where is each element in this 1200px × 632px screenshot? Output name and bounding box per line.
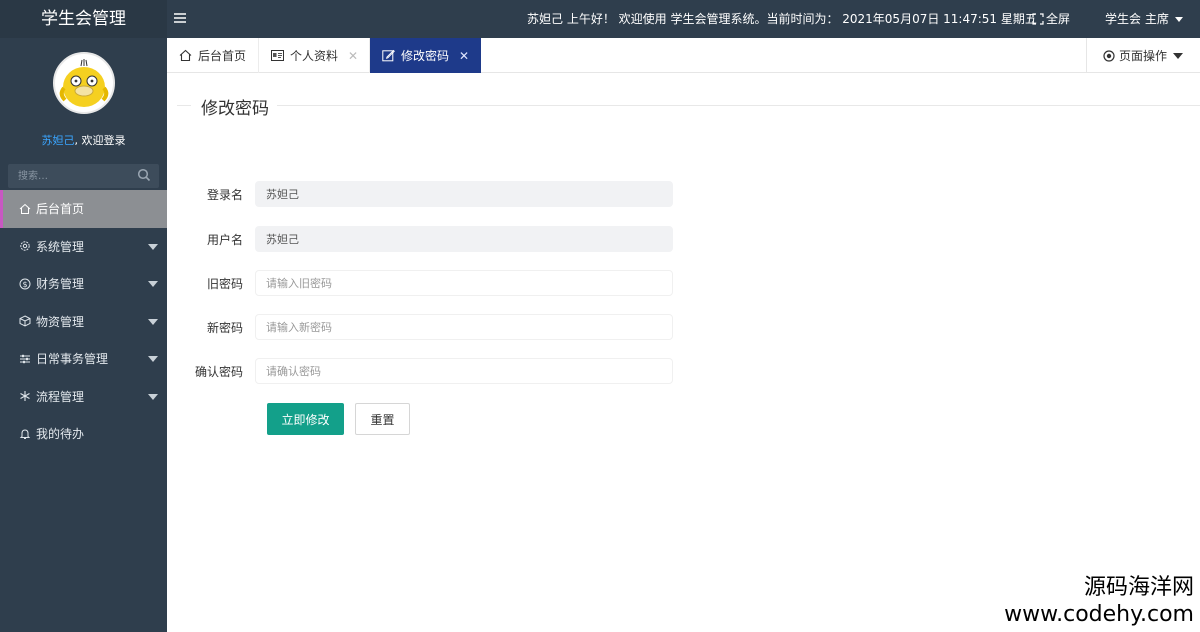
sidebar-item-label: 我的待办 bbox=[36, 427, 85, 442]
user-menu[interactable]: 学生会 主席 bbox=[1105, 0, 1183, 38]
new-password-field[interactable] bbox=[255, 314, 673, 340]
sidebar-item-workflow[interactable]: 流程管理 bbox=[0, 378, 167, 416]
welcome-text: 苏妲己, 欢迎登录 bbox=[0, 132, 167, 148]
top-header: 苏妲己 上午好！ 欢迎使用 学生会管理系统。当前时间为： 2021年05月07日… bbox=[167, 0, 1200, 38]
form-row-username: 用户名 bbox=[167, 226, 673, 252]
flow-icon bbox=[18, 389, 32, 403]
sidebar-item-label: 日常事务管理 bbox=[36, 352, 109, 367]
home-icon bbox=[18, 202, 32, 216]
form-row-new-password: 新密码 bbox=[167, 314, 673, 340]
avatar[interactable] bbox=[52, 52, 115, 114]
tab-label: 个人资料 bbox=[290, 49, 339, 63]
main-content: 修改密码 登录名 用户名 旧密码 新密码 确认密码 立即修改 重置 bbox=[167, 73, 1200, 632]
sidebar-item-materials[interactable]: 物资管理 bbox=[0, 303, 167, 341]
sidebar-item-system[interactable]: 系统管理 bbox=[0, 228, 167, 266]
confirm-password-field[interactable] bbox=[255, 358, 673, 384]
form-row-confirm-password: 确认密码 bbox=[167, 358, 673, 384]
sidebar-item-daily-affairs[interactable]: 日常事务管理 bbox=[0, 340, 167, 378]
fullscreen-icon bbox=[1032, 13, 1044, 25]
watermark: 源码海洋网 www.codehy.com bbox=[1004, 574, 1194, 628]
tab-label: 后台首页 bbox=[198, 49, 247, 63]
username-field[interactable] bbox=[255, 226, 673, 252]
sidebar-item-home[interactable]: 后台首页 bbox=[0, 190, 167, 228]
sidebar-item-finance[interactable]: $ 财务管理 bbox=[0, 265, 167, 303]
field-label: 登录名 bbox=[206, 187, 243, 202]
gear-icon bbox=[18, 239, 32, 253]
user-name-link[interactable]: 苏妲己 bbox=[42, 134, 75, 147]
box-icon bbox=[18, 314, 32, 328]
sidebar-item-todo[interactable]: 我的待办 bbox=[0, 415, 167, 453]
page-operations-button[interactable]: 页面操作 bbox=[1086, 38, 1200, 73]
sidebar-menu: 后台首页 系统管理 $ 财务管理 物资管理 日常事务管理 流程管理 我的待办 bbox=[0, 190, 167, 453]
chevron-down-icon bbox=[148, 318, 158, 325]
home-icon bbox=[179, 49, 192, 62]
sidebar-item-label: 后台首页 bbox=[36, 202, 85, 217]
target-icon bbox=[1103, 49, 1115, 62]
tab-label: 修改密码 bbox=[401, 49, 450, 63]
chevron-down-icon bbox=[148, 356, 158, 362]
search-icon[interactable] bbox=[137, 168, 151, 185]
fieldset-divider bbox=[177, 105, 191, 106]
chevron-down-icon bbox=[148, 243, 158, 250]
submit-button[interactable]: 立即修改 bbox=[267, 403, 344, 435]
app-title: 学生会管理 bbox=[0, 0, 167, 38]
duck-avatar-icon bbox=[56, 56, 111, 110]
fullscreen-label: 全屏 bbox=[1046, 12, 1071, 26]
welcome-suffix: , 欢迎登录 bbox=[74, 134, 126, 147]
tab-profile[interactable]: 个人资料 ✕ bbox=[259, 38, 370, 73]
old-password-field[interactable] bbox=[255, 270, 673, 296]
page-title: 修改密码 bbox=[201, 94, 277, 119]
field-label: 旧密码 bbox=[206, 276, 243, 291]
dollar-icon: $ bbox=[18, 277, 32, 291]
field-label: 新密码 bbox=[206, 320, 243, 335]
field-label: 用户名 bbox=[206, 232, 243, 247]
sidebar: 学生会管理 苏妲己, 欢迎登录 搜索… 后台首页 系统管理 $ 财务管理 物资管… bbox=[0, 0, 167, 632]
fullscreen-button[interactable]: 全屏 bbox=[1032, 0, 1070, 38]
login-name-field[interactable] bbox=[255, 181, 673, 207]
sidebar-item-label: 流程管理 bbox=[36, 389, 85, 404]
sidebar-item-label: 财务管理 bbox=[36, 277, 85, 292]
form-row-old-password: 旧密码 bbox=[167, 270, 673, 296]
fieldset-divider bbox=[277, 105, 1200, 106]
user-profile: 苏妲己, 欢迎登录 bbox=[0, 38, 167, 148]
form-row-login-name: 登录名 bbox=[167, 181, 673, 207]
menu-toggle-icon[interactable] bbox=[173, 11, 187, 25]
tab-change-password[interactable]: 修改密码 ✕ bbox=[370, 38, 481, 73]
chevron-down-icon bbox=[1174, 16, 1183, 22]
sidebar-item-label: 系统管理 bbox=[36, 239, 85, 254]
chevron-down-icon bbox=[148, 281, 158, 287]
field-label: 确认密码 bbox=[194, 364, 243, 379]
sidebar-search bbox=[8, 164, 159, 188]
close-icon[interactable]: ✕ bbox=[459, 49, 469, 63]
tab-bar: 后台首页 个人资料 ✕ 修改密码 ✕ 页面操作 bbox=[167, 38, 1200, 73]
sliders-icon bbox=[18, 352, 32, 366]
bell-icon bbox=[18, 427, 32, 441]
page-operations-label: 页面操作 bbox=[1119, 49, 1168, 63]
tab-home[interactable]: 后台首页 bbox=[167, 38, 259, 73]
sidebar-item-label: 物资管理 bbox=[36, 314, 85, 329]
watermark-title: 源码海洋网 bbox=[1083, 575, 1194, 600]
edit-icon bbox=[382, 49, 395, 62]
close-icon[interactable]: ✕ bbox=[348, 49, 358, 63]
watermark-url: www.codehy.com bbox=[1004, 602, 1194, 627]
svg-text:$: $ bbox=[22, 280, 27, 289]
chevron-down-icon bbox=[148, 393, 158, 400]
user-role: 学生会 主席 bbox=[1105, 12, 1169, 26]
chevron-down-icon bbox=[1173, 52, 1184, 59]
id-card-icon bbox=[271, 50, 284, 61]
reset-button[interactable]: 重置 bbox=[355, 403, 410, 435]
greeting-text: 苏妲己 上午好！ 欢迎使用 学生会管理系统。当前时间为： 2021年05月07日… bbox=[527, 12, 1037, 26]
